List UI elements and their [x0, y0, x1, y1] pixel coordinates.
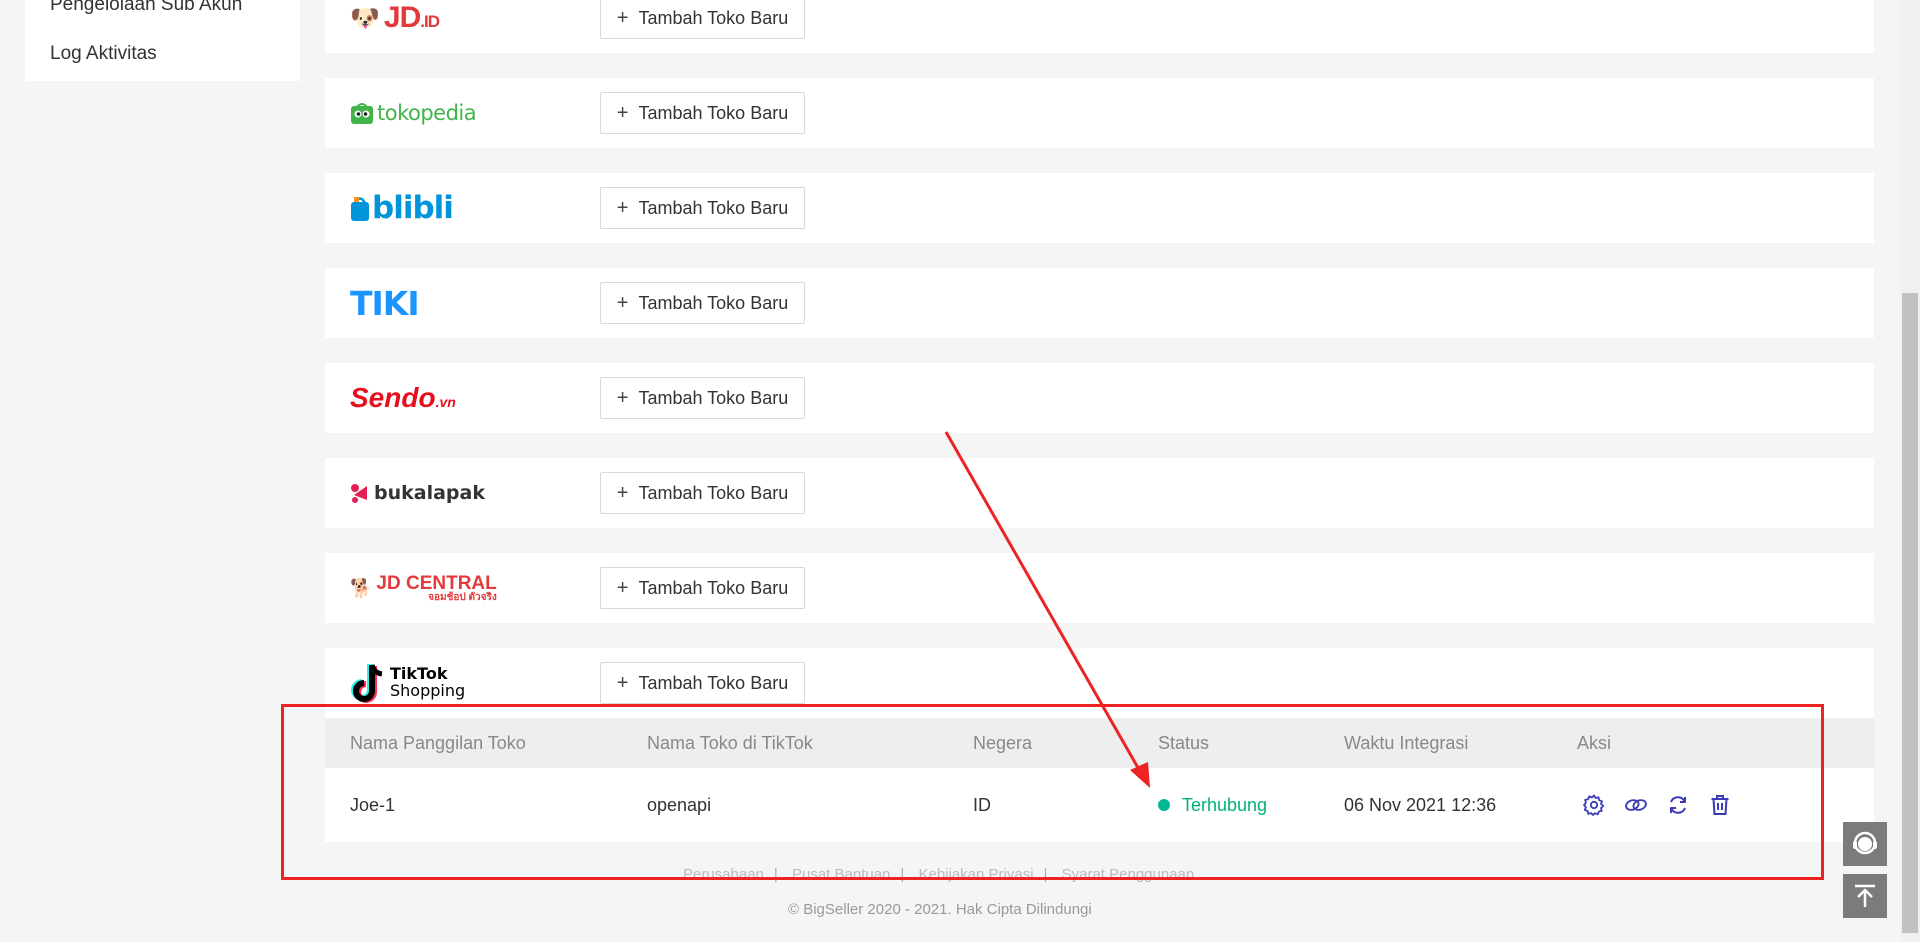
add-store-button-tiktok[interactable]: + Tambah Toko Baru [600, 662, 805, 704]
store-table-header: Nama Panggilan Toko Nama Toko di TikTok … [325, 718, 1874, 768]
plus-icon: + [616, 672, 629, 694]
jd-central-logo: 🐕 JD CENTRAL จอมช้อป ตัวจริง [350, 572, 497, 603]
settings-icon[interactable] [1582, 793, 1606, 817]
platform-row-tiki: TIKI + Tambah Toko Baru [325, 268, 1874, 338]
back-to-top-button[interactable] [1843, 874, 1887, 918]
col-header-tiktok-name: Nama Toko di TikTok [647, 733, 813, 753]
footer-link-company[interactable]: Perusahaan [683, 866, 764, 883]
plus-icon: + [616, 482, 629, 504]
plus-icon: + [616, 292, 629, 314]
scrollbar-thumb[interactable] [1902, 293, 1918, 933]
add-store-button-bukalapak[interactable]: + Tambah Toko Baru [600, 472, 805, 514]
cell-nickname: Joe-1 [350, 795, 396, 815]
col-header-integration-time: Waktu Integrasi [1344, 733, 1469, 753]
bukalapak-logo: bukalapak [350, 458, 485, 528]
col-header-status: Status [1158, 733, 1210, 753]
add-store-button-jd-central[interactable]: + Tambah Toko Baru [600, 567, 805, 609]
cell-country: ID [973, 795, 991, 815]
plus-icon: + [616, 387, 629, 409]
plus-icon: + [616, 102, 629, 124]
col-header-nickname: Nama Panggilan Toko [350, 733, 526, 753]
footer-link-help-center[interactable]: Pusat Bantuan [792, 866, 890, 883]
link-icon[interactable] [1624, 793, 1648, 817]
sidebar-item-sub-account[interactable]: Pengelolaan Sub Akun [50, 0, 242, 16]
platform-row-tiktok: TikTok Shopping + Tambah Toko Baru [325, 648, 1874, 718]
platform-row-blibli: blibli + Tambah Toko Baru [325, 173, 1874, 243]
sidebar: Pengelolaan Sub Akun Log Aktivitas [25, 0, 300, 81]
add-store-button-jd-id[interactable]: + Tambah Toko Baru [600, 0, 805, 39]
col-header-actions: Aksi [1577, 733, 1612, 753]
add-store-button-tiki[interactable]: + Tambah Toko Baru [600, 282, 805, 324]
platform-row-jd-id: 🐶 JD.ID + Tambah Toko Baru [325, 0, 1874, 53]
blibli-bag-icon [351, 197, 369, 221]
col-header-country: Negera [973, 733, 1033, 753]
platform-row-bukalapak: bukalapak + Tambah Toko Baru [325, 458, 1874, 528]
platform-row-jd-central: 🐕 JD CENTRAL จอมช้อป ตัวจริง + Tambah Toko… [325, 553, 1874, 623]
jd-id-logo: 🐶 JD.ID [350, 0, 440, 53]
tokopedia-logo: tokopedia [350, 78, 477, 148]
status-dot-icon [1158, 799, 1170, 811]
tiki-logo: TIKI [350, 283, 420, 323]
blibli-logo: blibli [350, 173, 454, 243]
jd-mascot-icon: 🐶 [350, 4, 380, 32]
bukalapak-icon [351, 484, 367, 503]
customer-service-button[interactable] [1843, 822, 1887, 866]
sendo-logo: Sendo.vn [350, 363, 456, 433]
platform-row-tokopedia: tokopedia + Tambah Toko Baru [325, 78, 1874, 148]
row-actions [1582, 768, 1732, 842]
tokopedia-bag-icon [351, 103, 373, 124]
footer-links: Perusahaan | Pusat Bantuan | Kebijakan Pri… [683, 866, 1195, 883]
plus-icon: + [616, 577, 629, 599]
table-row: Joe-1 openapi ID Terhubung 06 Nov 2021 1… [325, 768, 1874, 842]
refresh-icon[interactable] [1666, 793, 1690, 817]
arrow-up-icon [1855, 884, 1875, 907]
copyright-text: © BigSeller 2020 - 2021. Hak Cipta Dilin… [788, 901, 1092, 918]
cell-tiktok-name: openapi [647, 795, 712, 815]
jd-central-mascot-icon: 🐕 [350, 577, 373, 598]
sendo-logo-text: Sendo.vn [350, 382, 456, 413]
add-store-button-sendo[interactable]: + Tambah Toko Baru [600, 377, 805, 419]
add-store-button-blibli[interactable]: + Tambah Toko Baru [600, 187, 805, 229]
sidebar-item-activity-log[interactable]: Log Aktivitas [50, 43, 157, 65]
tiktok-logo: TikTok Shopping [350, 648, 465, 718]
footer-link-privacy[interactable]: Kebijakan Privasi [918, 866, 1033, 883]
jd-logo-text: JD.ID [383, 1, 440, 34]
headset-icon [1853, 831, 1877, 855]
platform-row-sendo: Sendo.vn + Tambah Toko Baru [325, 363, 1874, 433]
cell-integration-time: 06 Nov 2021 12:36 [1344, 795, 1497, 815]
plus-icon: + [616, 197, 629, 219]
footer-link-terms[interactable]: Syarat Penggunaan [1062, 866, 1195, 883]
tiktok-note-icon [351, 664, 383, 703]
add-store-button-tokopedia[interactable]: + Tambah Toko Baru [600, 92, 805, 134]
status-badge: Terhubung [1158, 768, 1267, 842]
plus-icon: + [616, 7, 629, 29]
trash-icon[interactable] [1708, 793, 1732, 817]
